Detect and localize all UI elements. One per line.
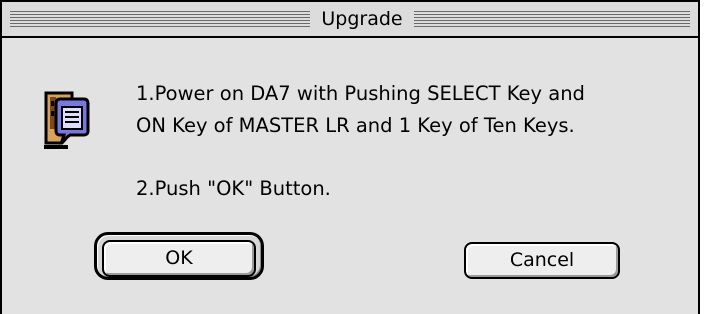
message-line-1: 1.Power on DA7 with Pushing SELECT Key a… (136, 82, 585, 105)
message-line-3: 2.Push "OK" Button. (136, 177, 331, 200)
cancel-button[interactable]: Cancel (464, 242, 620, 279)
ok-button[interactable]: OK (102, 240, 256, 277)
upgrade-dialog: Upgrade 1.Power on DA7 with Pushing SELE… (0, 0, 700, 314)
title-bar[interactable]: Upgrade (2, 2, 698, 38)
dialog-message: 1.Power on DA7 with Pushing SELECT Key a… (136, 78, 686, 205)
title-bar-stripes-right (414, 11, 690, 28)
title-bar-stripes-left (10, 11, 310, 28)
window-title: Upgrade (321, 8, 403, 30)
note-alert-icon (42, 89, 90, 153)
message-line-2: ON Key of MASTER LR and 1 Key of Ten Key… (136, 114, 575, 137)
